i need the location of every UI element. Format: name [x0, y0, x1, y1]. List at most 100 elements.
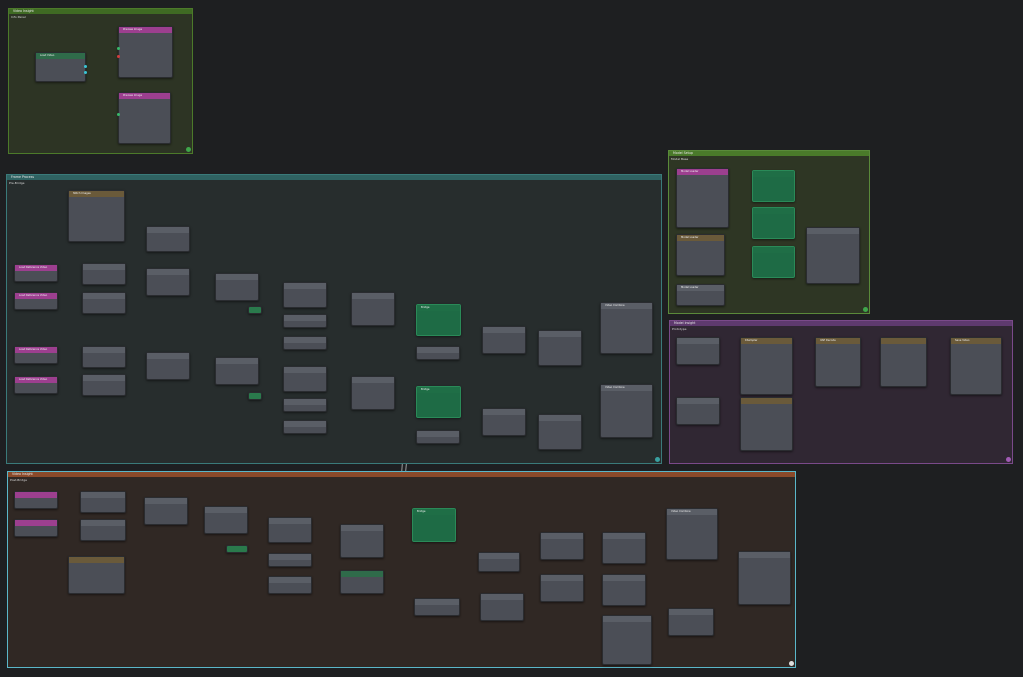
node-load-reference[interactable]: Load Reference Video: [14, 346, 58, 364]
node-load-reference[interactable]: Load Reference Video: [14, 376, 58, 394]
node-generic[interactable]: [540, 574, 584, 602]
node-generic[interactable]: [676, 397, 720, 425]
node-value[interactable]: [248, 306, 262, 314]
node-reroute[interactable]: [752, 207, 795, 239]
group-resize-handle[interactable]: [863, 307, 868, 312]
node-generic[interactable]: [283, 398, 327, 412]
node-generic[interactable]: [482, 408, 526, 436]
node-value[interactable]: [248, 392, 262, 400]
node-generic[interactable]: [414, 598, 460, 616]
node-reroute[interactable]: [752, 170, 795, 202]
node-video-combine[interactable]: Video Combine: [666, 508, 718, 560]
node-generic[interactable]: [82, 292, 126, 314]
node-generic[interactable]: [204, 506, 248, 534]
node-generic[interactable]: [144, 497, 188, 525]
input-port[interactable]: [117, 113, 120, 116]
group-resize-handle[interactable]: [789, 661, 794, 666]
node-video-combine[interactable]: Video Combine: [600, 384, 653, 438]
node-generic[interactable]: [146, 352, 190, 380]
node-generic[interactable]: [146, 268, 190, 296]
node-title: Load Reference Video: [15, 377, 57, 383]
node-title: Load Reference Video: [15, 265, 57, 271]
node-generic[interactable]: [283, 420, 327, 434]
node-title: Video Combine: [667, 509, 717, 515]
node-model-loader[interactable]: Model Loader: [676, 234, 725, 276]
node-generic[interactable]: [602, 532, 646, 564]
input-port[interactable]: [117, 47, 120, 50]
node-generic[interactable]: [82, 346, 126, 368]
node-save[interactable]: Save Video: [950, 337, 1002, 395]
group-resize-handle[interactable]: [1006, 457, 1011, 462]
node-generic[interactable]: [80, 519, 126, 541]
node-decode[interactable]: VAE Decode: [815, 337, 861, 387]
node-stitch-images[interactable]: Stitch Images: [68, 190, 125, 242]
node-generic[interactable]: [538, 330, 582, 366]
node-model-loader[interactable]: Model Loader: [676, 168, 729, 228]
node-model-loader[interactable]: Model Loader: [676, 284, 725, 306]
node-generic[interactable]: [340, 570, 384, 594]
node-generic[interactable]: [668, 608, 714, 636]
node-value[interactable]: [226, 545, 248, 553]
node-generic[interactable]: [283, 336, 327, 350]
node-load-video[interactable]: Load Video: [35, 52, 87, 82]
node-title: Model Loader: [677, 235, 724, 241]
node-load-reference[interactable]: Load Reference Video: [14, 292, 58, 310]
node-load-reference[interactable]: Load Reference Video: [14, 264, 58, 282]
group-resize-handle[interactable]: [655, 457, 660, 462]
node-title: Video Combine: [601, 303, 652, 309]
group-subtitle: Info Panel: [11, 15, 26, 19]
node-generic[interactable]: [268, 517, 312, 543]
node-title: Bridge: [417, 305, 460, 311]
node-bridge[interactable]: Bridge: [416, 304, 461, 336]
node-bridge[interactable]: Bridge: [412, 508, 456, 542]
node-title: Bridge: [413, 509, 455, 515]
node-bridge[interactable]: Bridge: [416, 386, 461, 418]
node-generic[interactable]: [351, 292, 395, 326]
node-generic[interactable]: [215, 357, 259, 385]
node-reroute[interactable]: [752, 246, 795, 278]
node-generic[interactable]: [482, 326, 526, 354]
node-generic[interactable]: [340, 524, 384, 558]
group-subtitle: Post-Bridge: [10, 478, 28, 482]
node-generic[interactable]: [540, 532, 584, 560]
node-title: Stitch Images: [69, 191, 124, 197]
group-header: Frame Process: [7, 175, 661, 180]
node-generic[interactable]: [602, 574, 646, 606]
input-port[interactable]: [117, 55, 120, 58]
node-generic[interactable]: [478, 552, 520, 572]
node-generic[interactable]: [740, 397, 793, 451]
group-header: Video Insight: [9, 9, 192, 14]
node-generic[interactable]: [283, 314, 327, 328]
node-generic[interactable]: [676, 337, 720, 365]
node-generic[interactable]: [80, 491, 126, 513]
node-generic[interactable]: [268, 553, 312, 567]
output-port[interactable]: [84, 71, 87, 74]
output-port[interactable]: [84, 65, 87, 68]
node-generic[interactable]: [146, 226, 190, 252]
node-preview-image[interactable]: Preview Image: [117, 26, 173, 78]
node-generic[interactable]: [880, 337, 927, 387]
node-generic[interactable]: [416, 430, 460, 444]
group-header: Video Insight: [8, 472, 795, 477]
node-generic[interactable]: [602, 615, 652, 665]
node-title: Load Reference Video: [15, 293, 57, 299]
node-generic[interactable]: [538, 414, 582, 450]
group-resize-handle[interactable]: [186, 147, 191, 152]
node-preview-image[interactable]: Preview Image: [117, 92, 171, 144]
node-generic[interactable]: [82, 374, 126, 396]
node-generic[interactable]: [480, 593, 524, 621]
node-generic[interactable]: [738, 551, 791, 605]
node-generic[interactable]: [268, 576, 312, 594]
node-sampler[interactable]: KSampler: [740, 337, 793, 395]
node-generic[interactable]: [82, 263, 126, 285]
node-generic[interactable]: [68, 556, 125, 594]
node-generic[interactable]: [283, 282, 327, 308]
node-generic[interactable]: [351, 376, 395, 410]
node-generic[interactable]: [416, 346, 460, 360]
node-generic[interactable]: [806, 227, 860, 284]
node-video-combine[interactable]: Video Combine: [600, 302, 653, 354]
node-generic[interactable]: [215, 273, 259, 301]
node-load-reference[interactable]: [14, 491, 58, 509]
node-generic[interactable]: [283, 366, 327, 392]
node-load-reference[interactable]: [14, 519, 58, 537]
